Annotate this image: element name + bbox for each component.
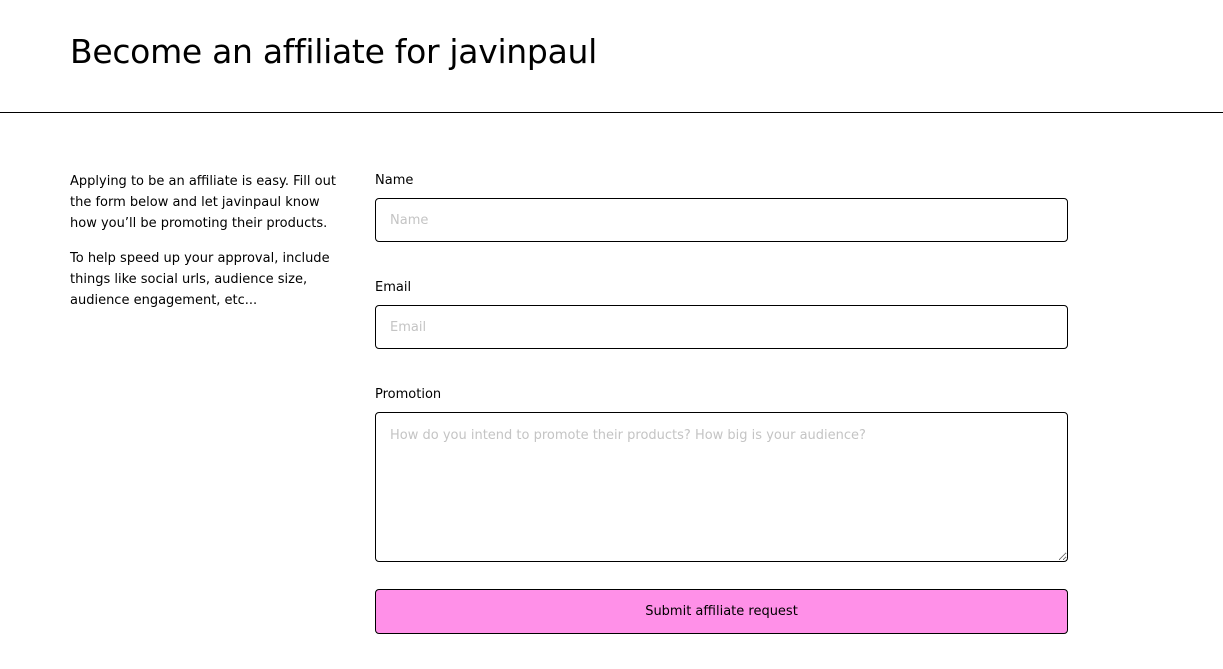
name-input[interactable] bbox=[375, 198, 1068, 242]
intro-paragraph: Applying to be an affiliate is easy. Fil… bbox=[70, 174, 336, 231]
intro-paragraph: To help speed up your approval, include … bbox=[70, 251, 330, 308]
email-input[interactable] bbox=[375, 305, 1068, 349]
affiliate-form: Name Email Promotion Submit affiliate re… bbox=[375, 171, 1068, 634]
page-header: Become an affiliate for javinpaul bbox=[0, 0, 1223, 113]
intro-text: Applying to be an affiliate is easy. Fil… bbox=[70, 171, 340, 325]
name-label: Name bbox=[375, 173, 414, 188]
promotion-textarea[interactable] bbox=[375, 412, 1068, 562]
page-title: Become an affiliate for javinpaul bbox=[70, 32, 597, 71]
email-label: Email bbox=[375, 280, 412, 295]
promotion-label: Promotion bbox=[375, 387, 442, 402]
submit-affiliate-request-button[interactable]: Submit affiliate request bbox=[375, 589, 1068, 634]
